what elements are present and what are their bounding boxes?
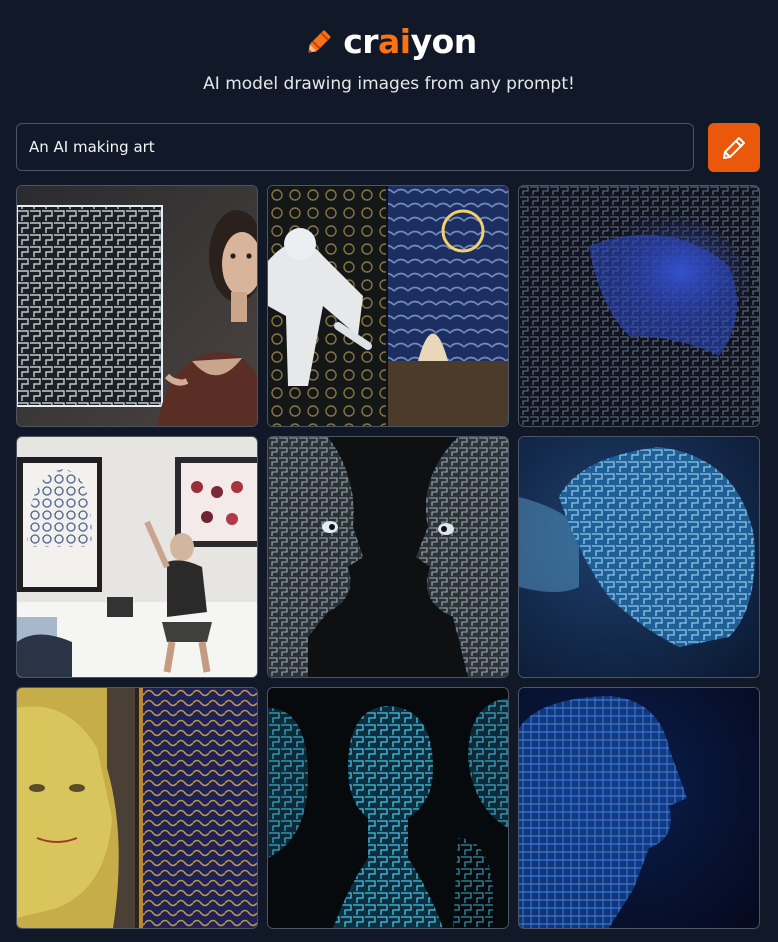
generated-image-1[interactable] xyxy=(16,185,258,427)
logo-text: craiyon xyxy=(343,22,477,61)
generated-image-5[interactable] xyxy=(267,436,509,678)
prompt-input[interactable] xyxy=(16,123,694,171)
logo[interactable]: craiyon xyxy=(301,22,477,62)
generated-image-8[interactable] xyxy=(267,687,509,929)
generated-image-9[interactable] xyxy=(518,687,760,929)
tagline: AI model drawing images from any prompt! xyxy=(203,74,575,94)
generated-image-2[interactable] xyxy=(267,185,509,427)
generated-image-6[interactable] xyxy=(518,436,760,678)
generated-image-3[interactable] xyxy=(518,185,760,427)
pencil-icon xyxy=(723,136,745,159)
crayon-icon xyxy=(308,30,331,53)
generated-image-4[interactable] xyxy=(16,436,258,678)
header: craiyon xyxy=(0,22,778,64)
generated-image-7[interactable] xyxy=(16,687,258,929)
draw-button[interactable] xyxy=(708,123,760,172)
image-grid xyxy=(16,185,760,929)
